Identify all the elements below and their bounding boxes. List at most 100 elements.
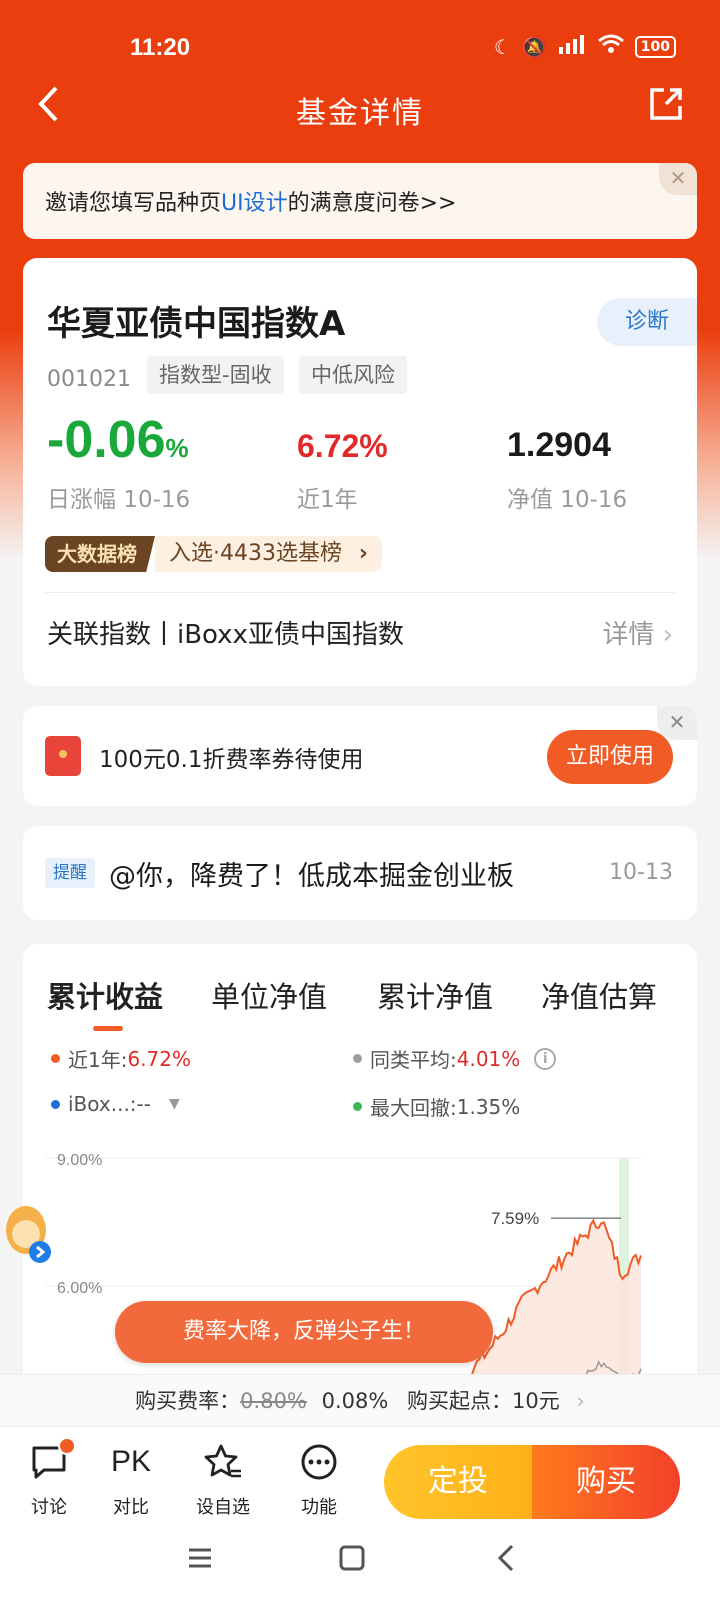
promo-pill[interactable]: 费率大降，反弹尖子生！ bbox=[115, 1301, 493, 1363]
legend-index-value: -- bbox=[136, 1092, 151, 1116]
legend-dot bbox=[353, 1102, 362, 1111]
back-nav-icon[interactable] bbox=[494, 1544, 518, 1580]
chevron-right-icon: › bbox=[662, 620, 673, 650]
tab-accumulated-nav[interactable]: 累计净值 bbox=[377, 974, 493, 1016]
active-tab-indicator bbox=[93, 1026, 123, 1031]
battery-icon: 100 bbox=[634, 35, 676, 58]
survey-banner[interactable]: 邀请您填写品种页UI设计的满意度问卷>> ✕ bbox=[23, 163, 697, 239]
legend-index-label: iBox...: bbox=[68, 1092, 137, 1116]
signal-icon bbox=[557, 34, 587, 59]
fund-name: 华夏亚债中国指数A bbox=[47, 304, 346, 344]
legend-year: 近1年: 6.72% bbox=[51, 1044, 191, 1073]
fund-code: 001021 bbox=[47, 367, 131, 392]
discuss-label: 讨论 bbox=[31, 1497, 67, 1518]
more-functions-button[interactable]: 功能 bbox=[284, 1437, 354, 1519]
fund-info-card: 华夏亚债中国指数A 诊断 001021 指数型-固收 中低风险 -0.06% 日… bbox=[23, 258, 697, 686]
info-icon[interactable]: i bbox=[534, 1047, 557, 1070]
daily-change-number: -0.06 bbox=[47, 411, 166, 469]
tab-nav-estimate[interactable]: 净值估算 bbox=[541, 974, 657, 1016]
index-detail-link[interactable]: 详情 › bbox=[602, 610, 673, 660]
legend-peer-value: 4.01% bbox=[456, 1046, 521, 1071]
close-icon[interactable]: ✕ bbox=[657, 706, 697, 740]
compare-label: 对比 bbox=[113, 1497, 149, 1518]
wifi-icon bbox=[597, 34, 625, 59]
legend-drawdown-value: 1.35% bbox=[456, 1094, 521, 1119]
legend-dot bbox=[51, 1099, 60, 1109]
legend-drawdown-label: 最大回撤: bbox=[370, 1096, 457, 1120]
pk-icon: PK bbox=[110, 1445, 152, 1478]
legend-peer-label: 同类平均: bbox=[370, 1048, 457, 1072]
divider bbox=[45, 592, 675, 593]
share-icon[interactable] bbox=[648, 86, 684, 126]
mascot-float-icon[interactable] bbox=[4, 1196, 52, 1266]
rank-badge-text: 入选·4433选基榜 › bbox=[155, 536, 382, 572]
home-icon[interactable] bbox=[338, 1544, 366, 1580]
notice-card[interactable]: 提醒 @你，降费了！低成本掘金创业板 10-13 bbox=[23, 826, 697, 920]
more-label: 功能 bbox=[301, 1497, 337, 1518]
legend-index[interactable]: iBox...: -- ▼ bbox=[51, 1092, 180, 1116]
notice-text: @你，降费了！低成本掘金创业板 bbox=[109, 861, 514, 892]
legend-peer: 同类平均: 4.01% i bbox=[353, 1044, 557, 1073]
diagnose-button[interactable]: 诊断 bbox=[597, 298, 697, 346]
year-return-value: 6.72% bbox=[297, 428, 388, 464]
tab-cumulative-return[interactable]: 累计收益 bbox=[47, 974, 163, 1016]
min-label: 购买起点： bbox=[406, 1389, 512, 1413]
legend-dot bbox=[51, 1054, 60, 1063]
chart-tabs: 累计收益 单位净值 累计净值 净值估算 bbox=[23, 944, 697, 1034]
coupon-text: 100元0.1折费率券待使用 bbox=[99, 747, 364, 773]
star-icon bbox=[188, 1437, 258, 1487]
menu-icon[interactable] bbox=[186, 1544, 214, 1580]
y-tick-label: 6.00% bbox=[57, 1280, 102, 1297]
legend-dot bbox=[353, 1054, 362, 1063]
related-index-row[interactable]: 关联指数丨iBoxx亚债中国指数 详情 › bbox=[47, 610, 673, 660]
notice-tag: 提醒 bbox=[45, 858, 95, 888]
survey-suffix: 的满意度问卷>> bbox=[287, 191, 457, 216]
page-title: 基金详情 bbox=[296, 96, 424, 131]
close-icon[interactable]: ✕ bbox=[659, 163, 697, 195]
purchase-fee-bar[interactable]: 购买费率：0.80% 0.08% 购买起点：10元 › bbox=[0, 1374, 720, 1426]
daily-change-unit: % bbox=[165, 433, 189, 463]
rank-text: 入选·4433选基榜 bbox=[169, 541, 342, 566]
index-detail-label: 详情 bbox=[602, 620, 655, 650]
dropdown-triangle-icon: ▼ bbox=[168, 1096, 180, 1112]
auto-invest-button[interactable]: 定投 bbox=[384, 1445, 532, 1519]
peak-label: 7.59% bbox=[491, 1209, 539, 1228]
buy-button[interactable]: 购买 bbox=[532, 1445, 680, 1519]
bottom-toolbar: 讨论 PK 对比 设自选 功能 定投 购买 bbox=[0, 1426, 720, 1530]
risk-tag: 中低风险 bbox=[299, 356, 407, 394]
more-dots-icon bbox=[284, 1437, 354, 1487]
tab-unit-nav[interactable]: 单位净值 bbox=[211, 974, 327, 1016]
nav-value: 1.2904 bbox=[507, 426, 611, 464]
nav-bar: 基金详情 bbox=[0, 70, 720, 140]
chevron-right-icon: › bbox=[576, 1389, 585, 1413]
daily-change-value: -0.06% bbox=[47, 410, 189, 470]
chevron-right-icon: › bbox=[358, 541, 368, 566]
status-icons: ☾ 🔕 100 bbox=[494, 34, 676, 59]
status-time: 11:20 bbox=[130, 34, 191, 61]
discuss-button[interactable]: 讨论 bbox=[14, 1437, 84, 1519]
compare-button[interactable]: PK 对比 bbox=[96, 1437, 166, 1519]
survey-highlight: UI设计 bbox=[221, 191, 288, 216]
legend-year-value: 6.72% bbox=[127, 1046, 192, 1071]
mute-icon: 🔕 bbox=[521, 34, 547, 59]
year-return-label: 近1年 bbox=[297, 487, 358, 513]
add-watchlist-button[interactable]: 设自选 bbox=[188, 1437, 258, 1519]
rank-badge[interactable]: 大数据榜 入选·4433选基榜 › bbox=[45, 536, 382, 572]
notification-dot bbox=[58, 1437, 76, 1455]
return-chart[interactable]: 9.00%6.00%3.00%7.59% bbox=[23, 1140, 697, 1414]
performance-chart-card: 累计收益 单位净值 累计净值 净值估算 近1年: 6.72% 同类平均: 4.01%… bbox=[23, 944, 697, 1414]
fee-label: 购买费率： bbox=[135, 1389, 241, 1413]
nav-label: 净值 10-16 bbox=[507, 487, 628, 513]
action-buttons: 定投 购买 bbox=[384, 1445, 680, 1519]
fee-new: 0.08% bbox=[321, 1389, 389, 1413]
notice-date: 10-13 bbox=[609, 860, 673, 885]
rank-badge-title: 大数据榜 bbox=[45, 536, 155, 572]
legend-drawdown: 最大回撤: 1.35% bbox=[353, 1092, 520, 1121]
daily-change-label: 日涨幅 10-16 bbox=[47, 487, 191, 513]
watchlist-label: 设自选 bbox=[196, 1497, 250, 1518]
related-index-text: 关联指数丨iBoxx亚债中国指数 bbox=[47, 620, 404, 650]
fee-old: 0.80% bbox=[240, 1389, 307, 1413]
coupon-card: 100元0.1折费率券待使用 立即使用 ✕ bbox=[23, 706, 697, 806]
use-coupon-button[interactable]: 立即使用 bbox=[547, 730, 673, 784]
survey-prefix: 邀请您填写品种页 bbox=[45, 191, 222, 216]
